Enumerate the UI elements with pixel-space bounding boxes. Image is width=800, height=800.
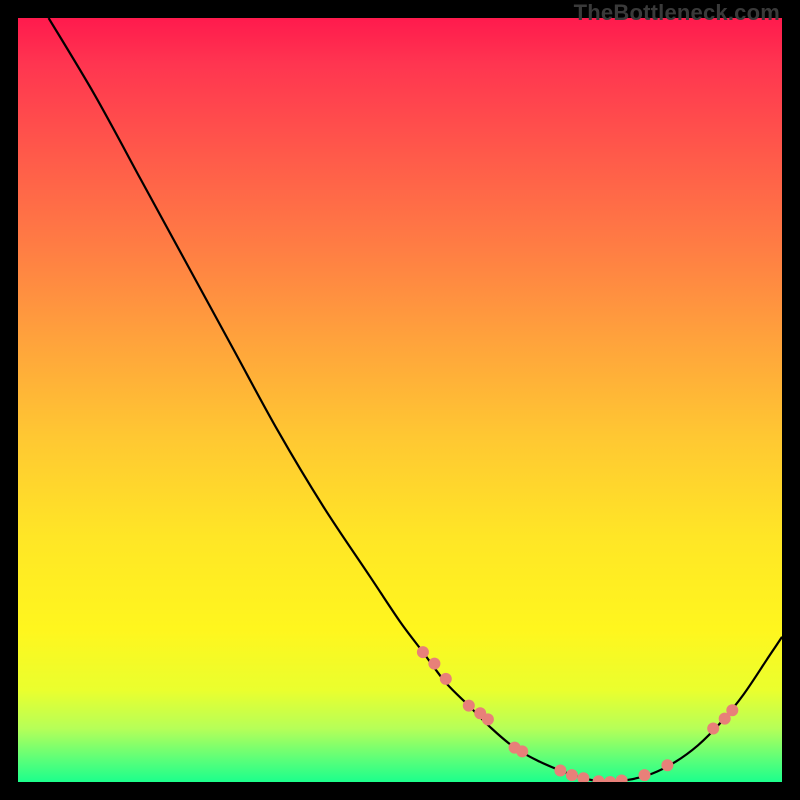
highlight-dot	[577, 772, 589, 782]
highlight-dot	[616, 775, 628, 783]
highlight-dot	[566, 769, 578, 781]
highlight-dot	[482, 713, 494, 725]
highlight-dot	[417, 646, 429, 658]
highlighted-points-group	[417, 646, 738, 782]
highlight-dot	[726, 704, 738, 716]
chart-frame	[18, 18, 782, 782]
highlight-dot	[428, 658, 440, 670]
highlight-dot	[554, 765, 566, 777]
highlight-dot	[604, 776, 616, 782]
bottleneck-curve	[49, 18, 782, 782]
highlight-dot	[440, 673, 452, 685]
highlight-dot	[516, 745, 528, 757]
highlight-dot	[593, 775, 605, 782]
bottleneck-chart	[18, 18, 782, 782]
highlight-dot	[707, 723, 719, 735]
highlight-dot	[463, 700, 475, 712]
highlight-dot	[661, 759, 673, 771]
watermark-text: TheBottleneck.com	[574, 0, 780, 26]
highlight-dot	[639, 769, 651, 781]
